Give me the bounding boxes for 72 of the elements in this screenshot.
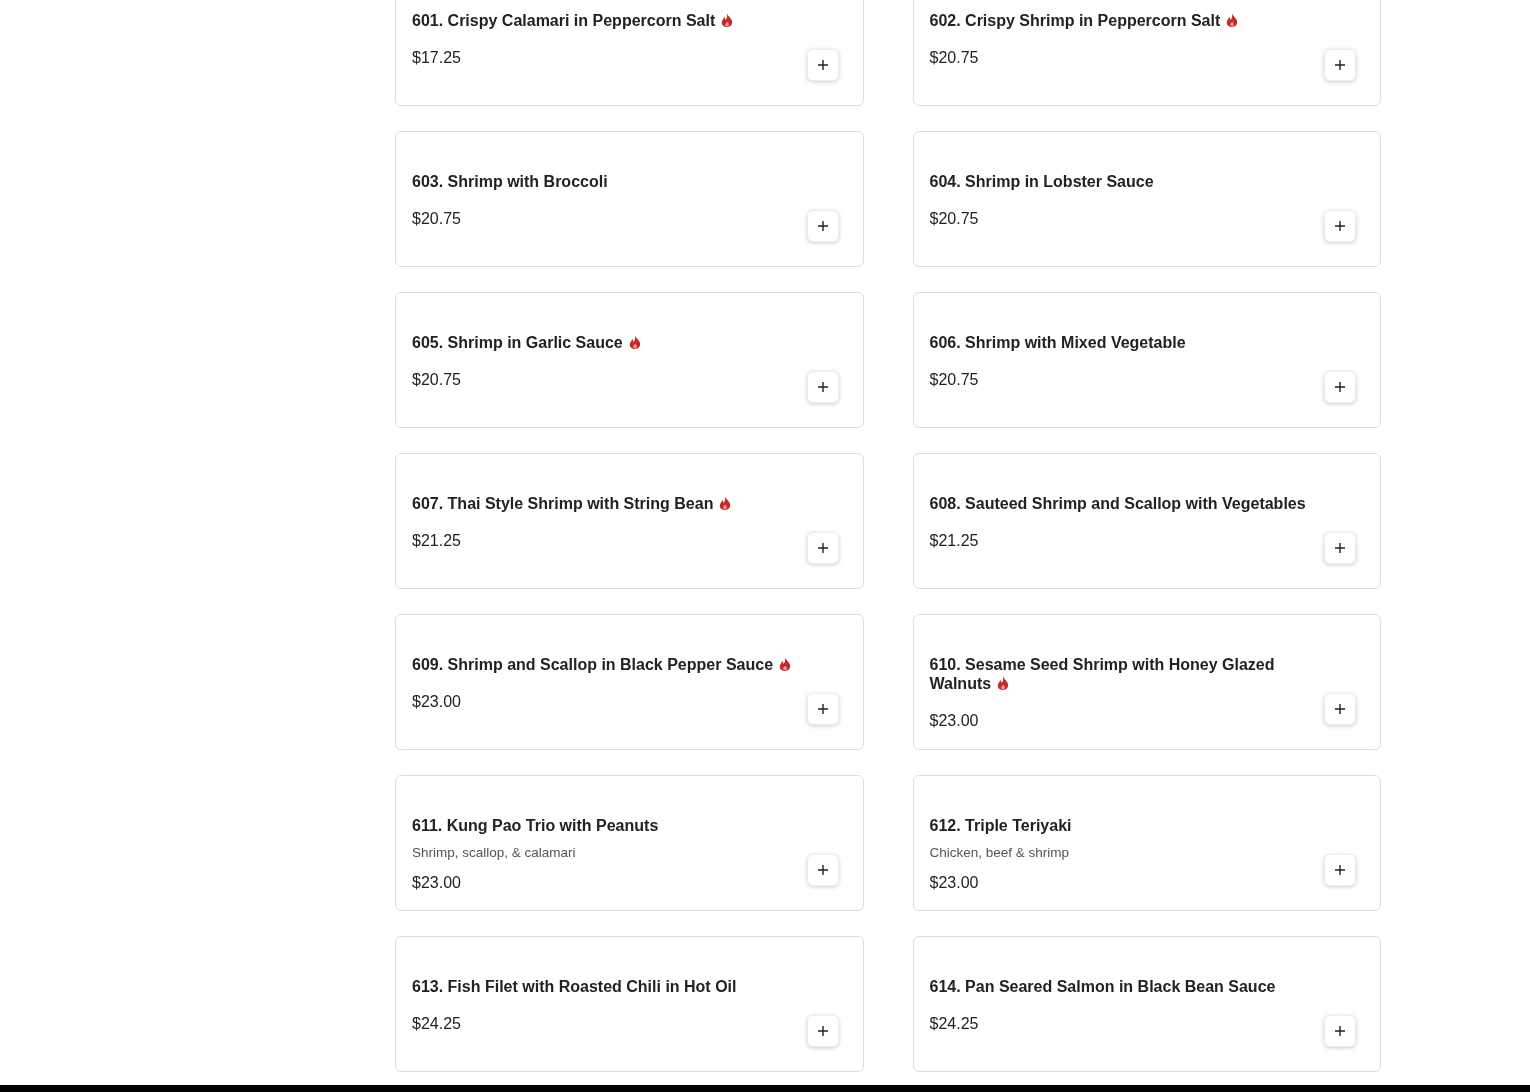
plus-icon — [1334, 59, 1346, 71]
item-title: 613. Fish Filet with Roasted Chili in Hot Oil — [412, 978, 737, 995]
plus-icon — [816, 220, 829, 232]
item-price: $23.00 — [929, 711, 979, 731]
plus-icon — [816, 1025, 829, 1037]
menu-item-card[interactable]: 610. Sesame Seed Shrimp with Honey Glazed Walnuts $23.00 — [912, 614, 1381, 750]
item-price: $24.25 — [412, 1014, 461, 1034]
plus-icon — [1334, 542, 1346, 554]
item-title: 611. Kung Pao Trio with Peanuts — [412, 817, 659, 834]
item-price: $23.00 — [929, 873, 979, 894]
add-button[interactable] — [806, 371, 839, 403]
item-price: $17.25 — [412, 48, 461, 68]
add-button[interactable] — [806, 532, 839, 564]
plus-icon — [816, 59, 829, 71]
item-price: $24.25 — [929, 1014, 979, 1034]
item-title: 610. Sesame Seed Shrimp with Honey Glazed Walnuts — [929, 656, 1275, 692]
item-price: $21.25 — [929, 531, 979, 551]
menu-item-card[interactable]: 612. Triple Teriyaki Chicken, beef & shrimp $23.00 — [912, 775, 1381, 911]
plus-icon — [1334, 703, 1346, 715]
menu-item-card[interactable]: 607. Thai Style Shrimp with String Bean $21.25 — [395, 453, 864, 589]
item-price: $20.75 — [929, 48, 979, 68]
add-button[interactable] — [806, 210, 839, 242]
plus-icon — [1334, 381, 1346, 393]
plus-icon — [816, 864, 829, 876]
plus-icon — [1334, 1025, 1346, 1037]
item-description: Shrimp, scallop, & calamari — [412, 844, 577, 862]
menu-item-card[interactable]: 609. Shrimp and Scallop in Black Pepper Sauce $23.00 — [395, 614, 864, 750]
plus-icon — [1334, 864, 1346, 876]
add-button[interactable] — [806, 1015, 839, 1047]
item-title: 604. Shrimp in Lobster Sauce — [929, 173, 1154, 190]
item-price: $23.00 — [412, 873, 461, 894]
add-button[interactable] — [806, 854, 839, 886]
item-price: $20.75 — [929, 370, 979, 390]
plus-icon — [1334, 220, 1346, 232]
item-title: 608. Sauteed Shrimp and Scallop with Vegetables — [929, 495, 1306, 512]
menu-item-card[interactable]: 604. Shrimp in Lobster Sauce $20.75 — [912, 131, 1381, 267]
item-price: $21.25 — [412, 531, 461, 551]
plus-icon — [816, 381, 829, 393]
plus-icon — [816, 703, 829, 715]
add-button[interactable] — [1324, 693, 1356, 725]
menu-item-card[interactable]: 613. Fish Filet with Roasted Chili in Hot Oil $24.25 — [395, 936, 864, 1072]
add-button[interactable] — [1324, 854, 1356, 886]
item-title: 605. Shrimp in Garlic Sauce — [412, 334, 623, 351]
menu-item-card[interactable]: 605. Shrimp in Garlic Sauce $20.75 — [395, 292, 864, 428]
menu-item-card[interactable]: 601. Crispy Calamari in Peppercorn Salt $17.25 — [395, 0, 864, 106]
add-button[interactable] — [1324, 1015, 1356, 1047]
add-button[interactable] — [1324, 210, 1356, 242]
menu-item-card[interactable]: 602. Crispy Shrimp in Peppercorn Salt $20.75 — [912, 0, 1381, 106]
item-title: 609. Shrimp and Scallop in Black Pepper Sauce — [412, 656, 774, 673]
menu-item-card[interactable]: 608. Sauteed Shrimp and Scallop with Vegetables $21.25 — [912, 453, 1381, 589]
item-price: $20.75 — [929, 209, 979, 229]
add-button[interactable] — [1324, 371, 1356, 403]
add-button[interactable] — [806, 49, 839, 81]
item-price: $20.75 — [412, 370, 461, 390]
menu-item-card[interactable]: 614. Pan Seared Salmon in Black Bean Sauce $24.25 — [912, 936, 1381, 1072]
item-price: $23.00 — [412, 692, 461, 712]
menu-item-card[interactable]: 606. Shrimp with Mixed Vegetable $20.75 — [912, 292, 1381, 428]
item-price: $20.75 — [412, 209, 461, 229]
add-button[interactable] — [1324, 532, 1356, 564]
item-title: 603. Shrimp with Broccoli — [412, 173, 608, 190]
item-title: 602. Crispy Shrimp in Peppercorn Salt — [929, 12, 1221, 29]
plus-icon — [816, 542, 829, 554]
menu-item-card[interactable]: 611. Kung Pao Trio with Peanuts Shrimp, scallop, & calamari $23.00 — [395, 775, 864, 911]
item-title: 607. Thai Style Shrimp with String Bean — [412, 495, 714, 512]
add-button[interactable] — [1324, 49, 1356, 81]
item-title: 601. Crispy Calamari in Peppercorn Salt — [412, 12, 716, 29]
item-title: 612. Triple Teriyaki — [929, 817, 1072, 834]
item-title: 614. Pan Seared Salmon in Black Bean Sauce — [929, 978, 1276, 995]
item-description: Chicken, beef & shrimp — [929, 844, 1071, 862]
item-title: 606. Shrimp with Mixed Vegetable — [929, 334, 1186, 351]
menu-item-card[interactable]: 603. Shrimp with Broccoli $20.75 — [395, 131, 864, 267]
add-button[interactable] — [806, 693, 839, 725]
